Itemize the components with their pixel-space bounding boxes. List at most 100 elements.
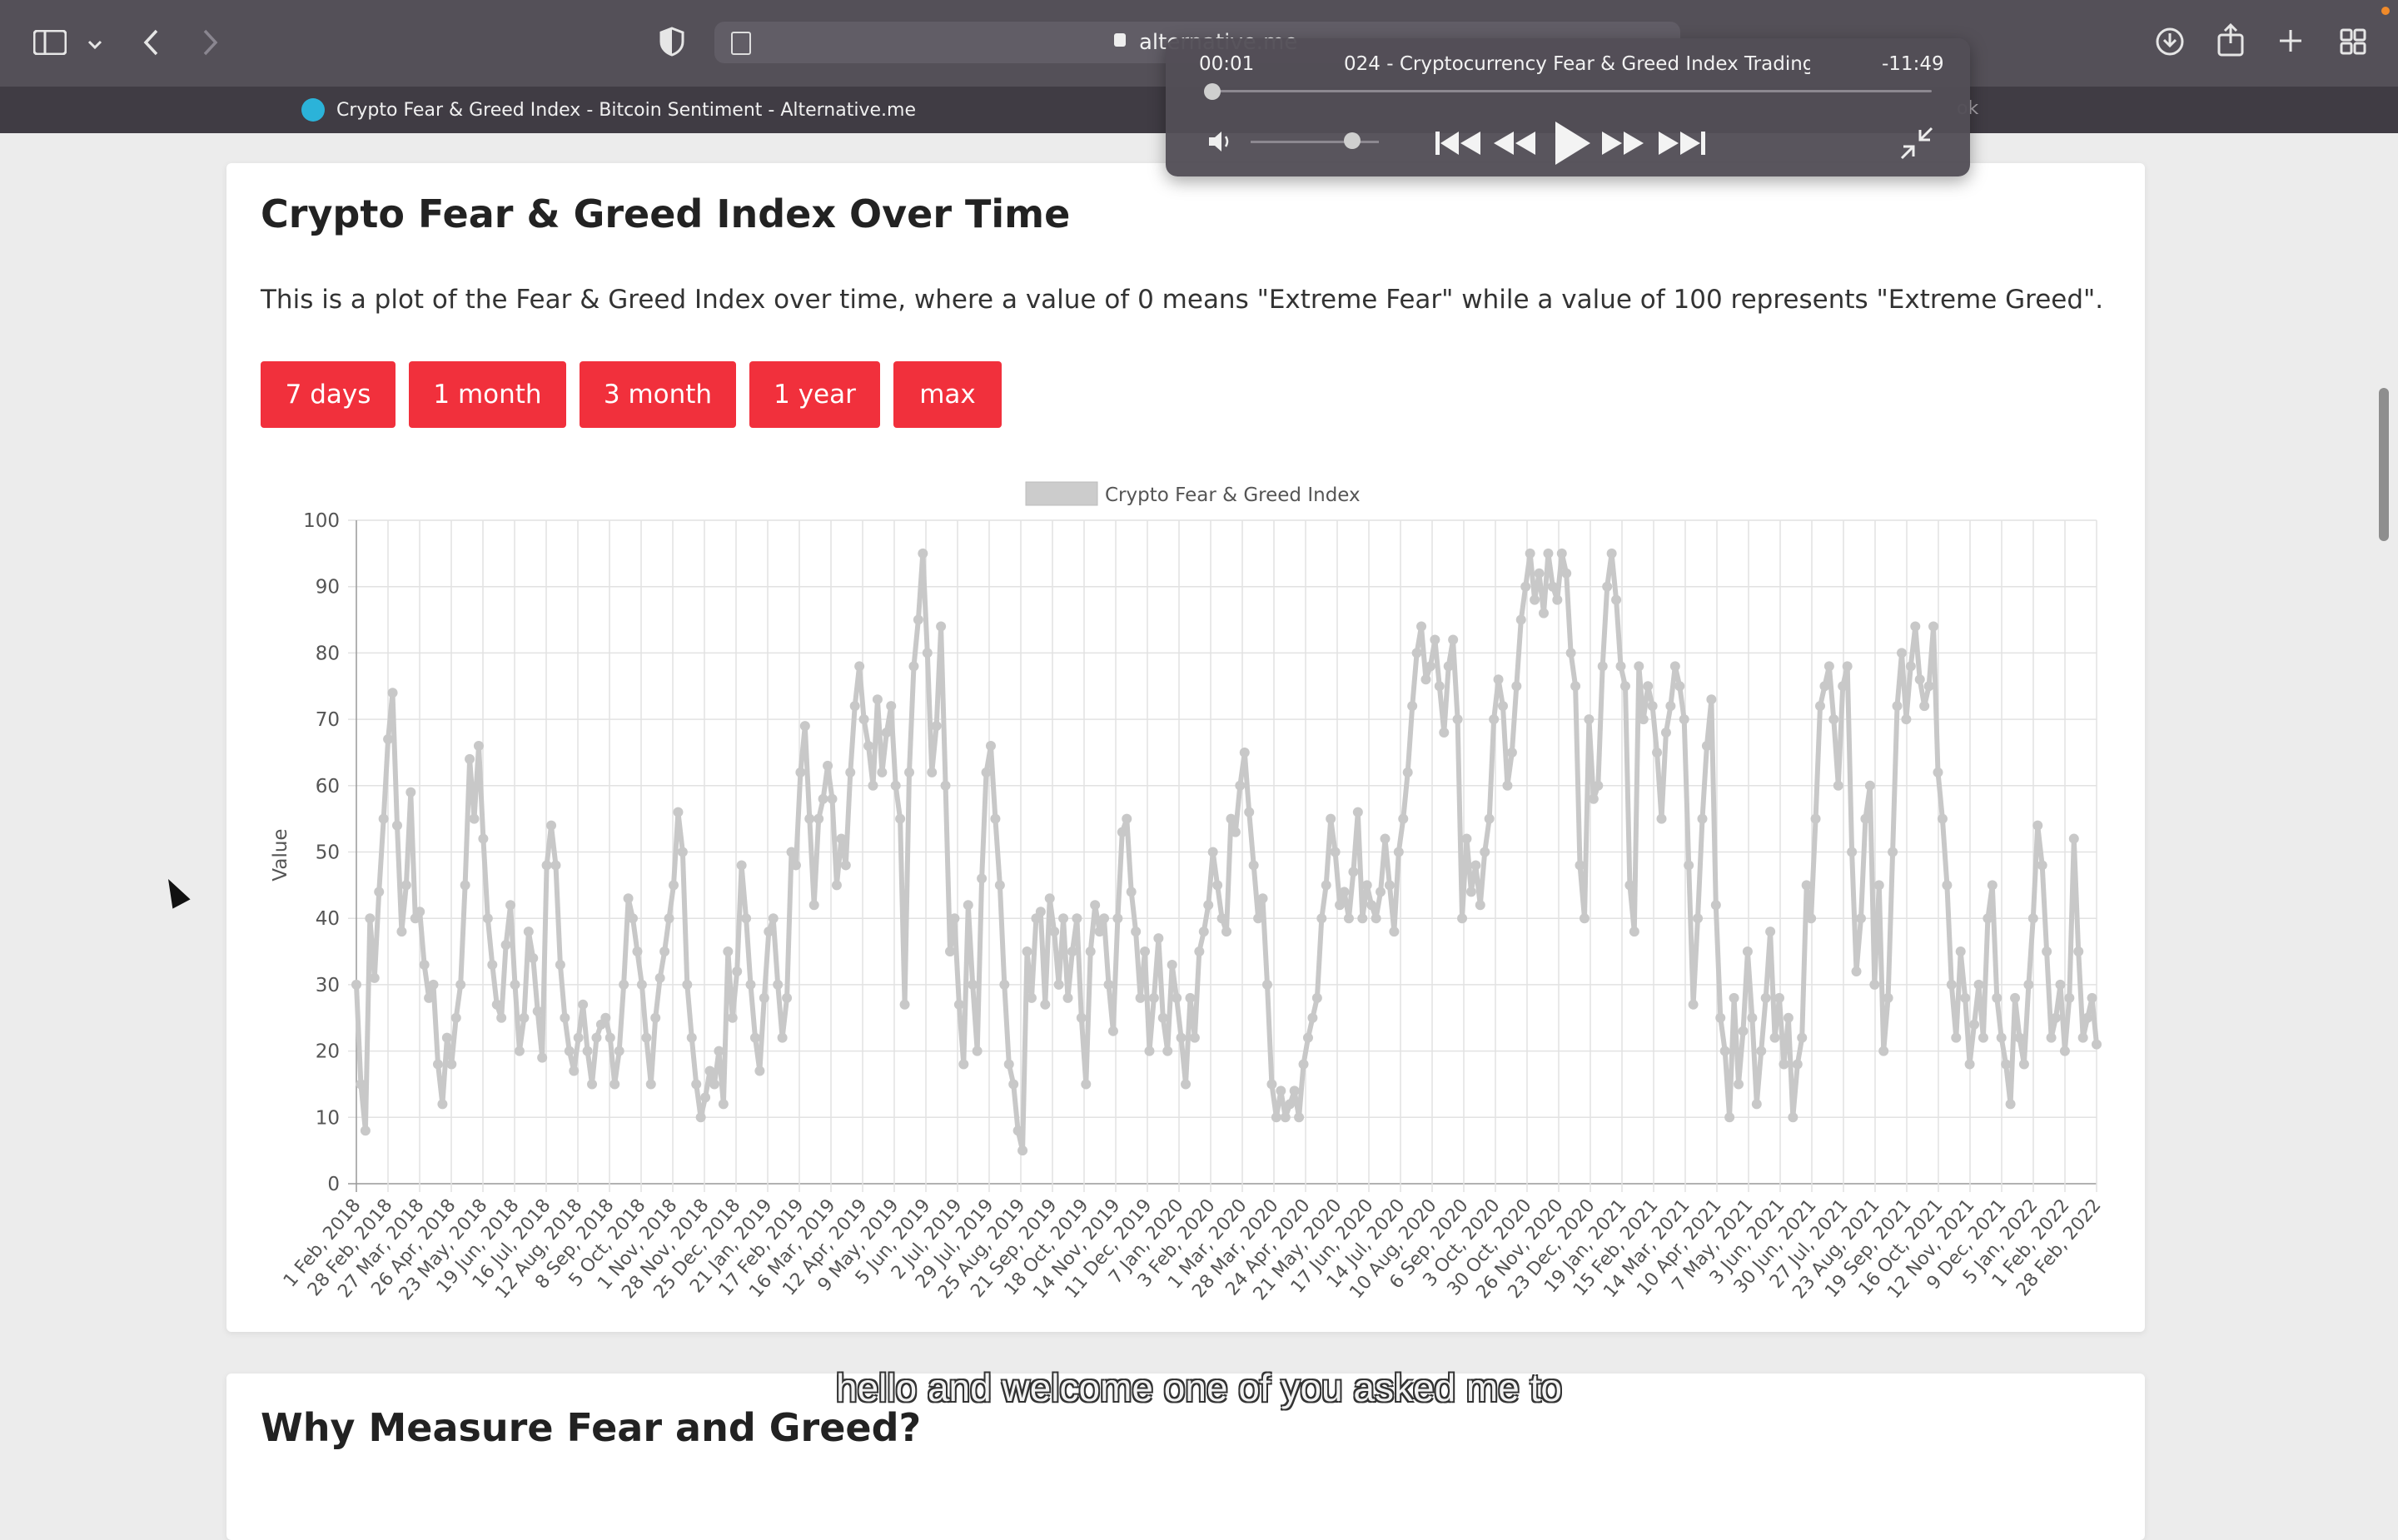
data-point[interactable] xyxy=(405,787,416,797)
data-point[interactable] xyxy=(1144,1046,1155,1056)
data-point[interactable] xyxy=(2082,1012,2093,1023)
data-point[interactable] xyxy=(1398,813,1409,824)
data-point[interactable] xyxy=(1470,860,1481,871)
data-point[interactable] xyxy=(419,959,430,970)
data-point[interactable] xyxy=(500,940,511,951)
data-point[interactable] xyxy=(600,1012,611,1023)
data-point[interactable] xyxy=(591,1032,602,1043)
data-point[interactable] xyxy=(491,999,502,1010)
data-point[interactable] xyxy=(2068,833,2079,844)
data-point[interactable] xyxy=(1710,900,1721,911)
data-point[interactable] xyxy=(1157,1012,1168,1023)
data-point[interactable] xyxy=(1153,933,1164,944)
data-point[interactable] xyxy=(1969,1019,1980,1030)
data-point[interactable] xyxy=(1321,880,1331,891)
data-point[interactable] xyxy=(1823,661,1834,672)
data-point[interactable] xyxy=(1452,714,1463,725)
data-point[interactable] xyxy=(1072,913,1082,924)
data-point[interactable] xyxy=(1765,926,1776,937)
data-point[interactable] xyxy=(1049,926,1060,937)
data-point[interactable] xyxy=(1081,1079,1092,1090)
data-point[interactable] xyxy=(958,1059,969,1070)
data-point[interactable] xyxy=(849,701,860,712)
legend-swatch[interactable] xyxy=(1025,481,1098,506)
data-point[interactable] xyxy=(1067,946,1077,957)
data-point[interactable] xyxy=(868,780,878,791)
data-point[interactable] xyxy=(351,979,361,990)
data-point[interactable] xyxy=(777,1032,788,1043)
data-point[interactable] xyxy=(736,860,747,871)
data-point[interactable] xyxy=(1103,979,1114,990)
data-point[interactable] xyxy=(514,1046,525,1056)
data-point[interactable] xyxy=(1294,1112,1305,1123)
data-point[interactable] xyxy=(1734,1079,1744,1090)
data-point[interactable] xyxy=(709,1079,719,1090)
data-point[interactable] xyxy=(1044,893,1055,904)
data-point[interactable] xyxy=(496,1012,507,1023)
data-point[interactable] xyxy=(1669,661,1680,672)
data-point[interactable] xyxy=(523,926,534,937)
data-point[interactable] xyxy=(1172,992,1182,1003)
data-point[interactable] xyxy=(1656,813,1667,824)
data-point[interactable] xyxy=(1643,681,1654,692)
data-point[interactable] xyxy=(455,979,466,990)
data-point[interactable] xyxy=(682,979,693,990)
data-point[interactable] xyxy=(2077,1032,2088,1043)
data-point[interactable] xyxy=(732,966,743,976)
data-point[interactable] xyxy=(718,1099,729,1110)
data-point[interactable] xyxy=(936,621,947,632)
data-point[interactable] xyxy=(1810,813,1821,824)
data-point[interactable] xyxy=(1112,913,1123,924)
data-point[interactable] xyxy=(2092,1039,2102,1050)
data-point[interactable] xyxy=(1719,1046,1730,1056)
data-point[interactable] xyxy=(1216,913,1227,924)
data-point[interactable] xyxy=(2046,1032,2057,1043)
data-point[interactable] xyxy=(1919,701,1930,712)
data-point[interactable] xyxy=(2001,1059,2012,1070)
data-point[interactable] xyxy=(1257,893,1268,904)
page-scrollbar[interactable] xyxy=(2379,388,2389,541)
data-point[interactable] xyxy=(1402,767,1413,777)
data-point[interactable] xyxy=(994,880,1005,891)
data-point[interactable] xyxy=(872,694,883,705)
data-point[interactable] xyxy=(1860,813,1871,824)
data-point[interactable] xyxy=(1996,1032,2007,1043)
data-point[interactable] xyxy=(478,833,489,844)
data-point[interactable] xyxy=(1498,701,1509,712)
data-point[interactable] xyxy=(1198,926,1209,937)
data-point[interactable] xyxy=(704,1066,715,1076)
data-point[interactable] xyxy=(1665,701,1676,712)
data-point[interactable] xyxy=(686,1032,697,1043)
data-point[interactable] xyxy=(1792,1059,1803,1070)
data-point[interactable] xyxy=(2032,820,2043,831)
data-point[interactable] xyxy=(1302,1032,1313,1043)
data-point[interactable] xyxy=(1588,793,1599,804)
data-point[interactable] xyxy=(1330,847,1341,857)
data-point[interactable] xyxy=(1515,614,1526,625)
data-point[interactable] xyxy=(1987,880,1998,891)
data-point[interactable] xyxy=(365,913,376,924)
data-point[interactable] xyxy=(1090,900,1101,911)
data-point[interactable] xyxy=(2027,913,2038,924)
data-point[interactable] xyxy=(1307,1012,1318,1023)
data-point[interactable] xyxy=(1062,992,1073,1003)
data-point[interactable] xyxy=(1371,913,1381,924)
data-point[interactable] xyxy=(1407,701,1418,712)
data-point[interactable] xyxy=(1185,992,1196,1003)
data-point[interactable] xyxy=(578,999,589,1010)
data-point[interactable] xyxy=(714,1046,724,1056)
data-point[interactable] xyxy=(1348,867,1359,877)
data-point[interactable] xyxy=(569,1066,580,1076)
data-point[interactable] xyxy=(541,860,552,871)
data-point[interactable] xyxy=(2059,1046,2070,1056)
data-point[interactable] xyxy=(1285,1099,1296,1110)
data-point[interactable] xyxy=(1964,1059,1975,1070)
data-point[interactable] xyxy=(1221,926,1231,937)
data-point[interactable] xyxy=(1960,992,1971,1003)
data-point[interactable] xyxy=(1801,880,1812,891)
data-point[interactable] xyxy=(1207,847,1218,857)
data-point[interactable] xyxy=(424,992,435,1003)
data-point[interactable] xyxy=(1017,1145,1028,1156)
data-point[interactable] xyxy=(473,740,484,751)
data-point[interactable] xyxy=(831,880,842,891)
